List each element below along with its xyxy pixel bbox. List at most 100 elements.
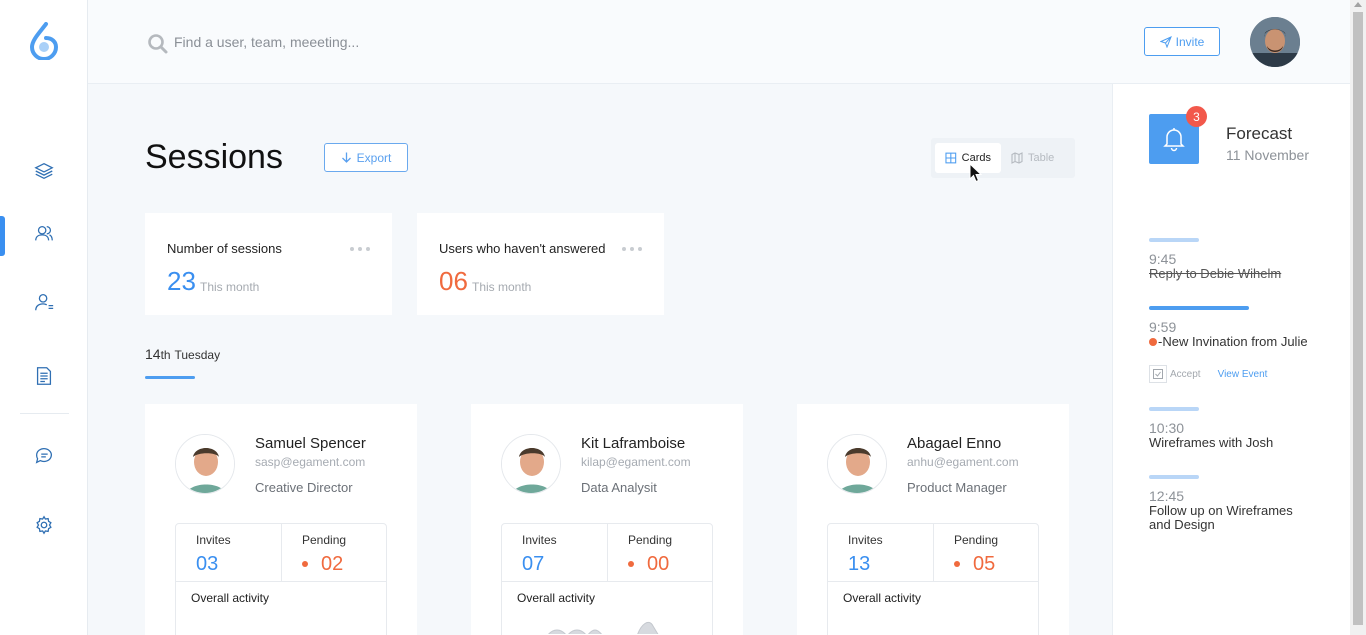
invite-button[interactable]: Invite bbox=[1144, 27, 1220, 56]
activity-label: Overall activity bbox=[517, 591, 596, 605]
view-toggle: Cards Table bbox=[931, 138, 1075, 178]
sidebar bbox=[0, 0, 88, 635]
layers-icon bbox=[34, 162, 54, 180]
more-options-icon[interactable] bbox=[622, 247, 642, 251]
nav-users[interactable] bbox=[0, 213, 88, 253]
view-table-option[interactable]: Table bbox=[1001, 143, 1064, 173]
event-title: Reply to Debie Wihelm bbox=[1149, 266, 1282, 281]
users-icon bbox=[35, 225, 53, 241]
export-label: Export bbox=[356, 150, 392, 165]
bell-icon bbox=[1163, 128, 1185, 152]
invites-value: 03 bbox=[196, 553, 219, 575]
event-item[interactable]: 9:45 Reply to Debie Wihelm bbox=[1149, 238, 1339, 281]
nav-profile[interactable] bbox=[0, 282, 88, 322]
stat-label: Number of sessions bbox=[167, 241, 282, 256]
top-header: Invite bbox=[88, 0, 1350, 84]
pending-dot bbox=[628, 561, 634, 567]
user-name: Samuel Spencer bbox=[255, 435, 366, 452]
pending-dot bbox=[302, 561, 308, 567]
day-suffix: th bbox=[160, 348, 171, 362]
invites-cell: Invites 07 bbox=[502, 524, 608, 581]
scroll-up-icon[interactable] bbox=[1354, 2, 1362, 7]
nav-documents[interactable] bbox=[0, 356, 88, 396]
user-stats-box: Invites 13 Pending 05 Overall activity bbox=[827, 523, 1039, 635]
document-icon bbox=[36, 367, 52, 385]
user-email: sasp@egament.com bbox=[255, 455, 366, 469]
event-item[interactable]: 12:45 Follow up on Wireframes and Design bbox=[1149, 475, 1339, 532]
event-time: 9:59 bbox=[1149, 319, 1177, 335]
scrollbar[interactable] bbox=[1350, 0, 1366, 635]
logo-icon[interactable] bbox=[30, 22, 58, 60]
user-avatar[interactable] bbox=[1250, 17, 1300, 67]
user-name: Kit Laframboise bbox=[581, 435, 686, 452]
scroll-thumb[interactable] bbox=[1353, 12, 1363, 625]
day-heading: 14th Tuesday bbox=[145, 346, 220, 362]
more-options-icon[interactable] bbox=[350, 247, 370, 251]
event-title: -New Invination from Julie bbox=[1158, 334, 1308, 349]
page-title: Sessions bbox=[145, 138, 283, 176]
event-bar bbox=[1149, 407, 1199, 411]
accept-link[interactable]: Accept bbox=[1170, 369, 1201, 380]
check-icon bbox=[1153, 369, 1163, 379]
nav-layers[interactable] bbox=[0, 151, 88, 191]
event-status-dot bbox=[1149, 338, 1157, 346]
invites-cell: Invites 03 bbox=[176, 524, 282, 581]
search-icon bbox=[148, 34, 168, 54]
pending-value: 05 bbox=[973, 553, 996, 575]
user-role: Product Manager bbox=[907, 480, 1007, 495]
user-card[interactable]: Abagael Enno anhu@egament.com Product Ma… bbox=[797, 404, 1069, 635]
pending-label: Pending bbox=[628, 533, 673, 547]
pending-value: 00 bbox=[647, 553, 670, 575]
event-actions: Accept View Event bbox=[1149, 365, 1339, 383]
user-stats-box: Invites 07 Pending 00 Overall activity bbox=[501, 523, 713, 635]
stat-card-unanswered: Users who haven't answered 06 This month bbox=[417, 213, 664, 315]
nav-settings[interactable] bbox=[0, 505, 88, 545]
chat-icon bbox=[35, 448, 52, 464]
download-icon bbox=[341, 152, 351, 163]
nav-messages[interactable] bbox=[0, 436, 88, 476]
pending-cell: Pending 02 bbox=[282, 524, 388, 581]
avatar bbox=[827, 434, 887, 494]
send-icon bbox=[1159, 35, 1172, 48]
activity-label: Overall activity bbox=[191, 591, 270, 605]
invites-label: Invites bbox=[196, 533, 231, 547]
event-item[interactable]: 10:30 Wireframes with Josh bbox=[1149, 407, 1339, 450]
divider bbox=[502, 581, 712, 582]
event-time: 10:30 bbox=[1149, 420, 1185, 436]
user-card[interactable]: Kit Laframboise kilap@egament.com Data A… bbox=[471, 404, 743, 635]
user-icon bbox=[35, 294, 54, 311]
accept-checkbox[interactable] bbox=[1149, 365, 1167, 383]
day-underline bbox=[145, 376, 195, 379]
pending-cell: Pending 00 bbox=[608, 524, 714, 581]
user-role: Data Analysit bbox=[581, 480, 657, 495]
user-card[interactable]: Samuel Spencer sasp@egament.com Creative… bbox=[145, 404, 417, 635]
forecast-title: Forecast bbox=[1226, 124, 1293, 143]
divider bbox=[176, 581, 386, 582]
stat-value: 23 bbox=[167, 266, 196, 296]
divider bbox=[828, 581, 1038, 582]
user-name: Abagael Enno bbox=[907, 435, 1002, 452]
event-item[interactable]: 9:59 -New Invination from Julie Accept V… bbox=[1149, 306, 1339, 383]
invites-value: 13 bbox=[848, 553, 871, 575]
search-input[interactable] bbox=[174, 28, 574, 56]
gear-icon bbox=[36, 515, 52, 535]
export-button[interactable]: Export bbox=[324, 143, 408, 172]
invites-cell: Invites 13 bbox=[828, 524, 934, 581]
map-icon bbox=[1011, 152, 1023, 164]
mouse-cursor-icon bbox=[969, 163, 983, 183]
view-cards-option[interactable]: Cards bbox=[935, 143, 1001, 173]
event-bar bbox=[1149, 306, 1249, 310]
stat-label: Users who haven't answered bbox=[439, 241, 606, 256]
invites-label: Invites bbox=[848, 533, 883, 547]
activity-sparkline bbox=[548, 621, 659, 634]
event-bar bbox=[1149, 475, 1199, 479]
view-table-label: Table bbox=[1028, 152, 1055, 164]
avatar bbox=[501, 434, 561, 494]
event-title: Wireframes with Josh bbox=[1149, 435, 1274, 450]
pending-value: 02 bbox=[321, 553, 344, 575]
forecast-panel: 3 Forecast 11 November 9:45 Reply to Deb… bbox=[1112, 84, 1350, 635]
invites-label: Invites bbox=[522, 533, 557, 547]
view-event-link[interactable]: View Event bbox=[1218, 369, 1268, 380]
invites-value: 07 bbox=[522, 553, 545, 575]
stat-sub: This month bbox=[200, 280, 260, 294]
